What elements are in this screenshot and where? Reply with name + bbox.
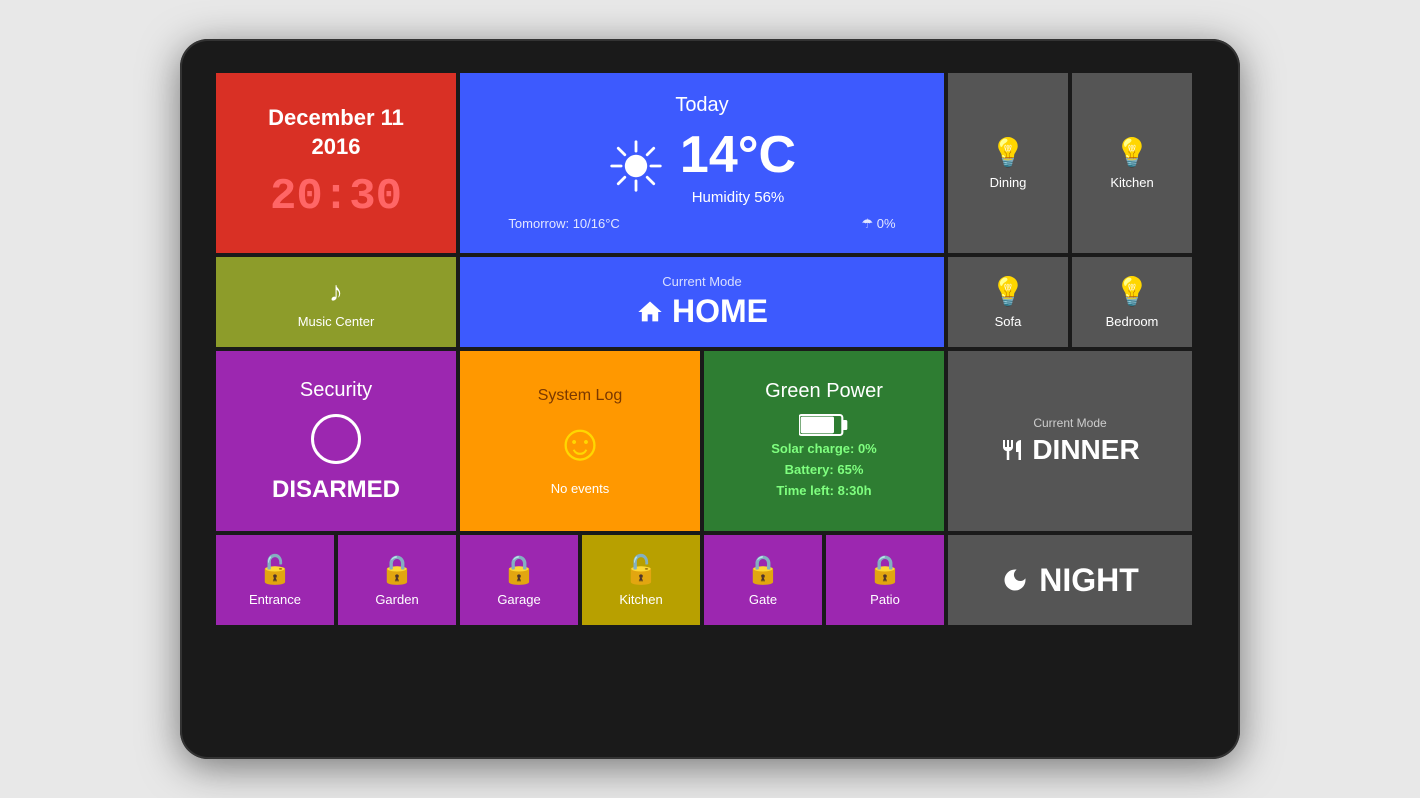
power-stats: Solar charge: 0% Battery: 65% Time left:…	[771, 439, 877, 501]
temperature: 14°C	[680, 125, 796, 185]
device-frame: December 11 2016 20:30 Today	[180, 39, 1240, 759]
lock-label-kitchen: Kitchen	[619, 592, 662, 607]
syslog-status: No events	[551, 481, 610, 496]
tile-lock-kitchen[interactable]: 🔓 Kitchen	[582, 535, 700, 625]
solar-label: Solar charge: 0%	[771, 441, 877, 456]
locks-row: 🔓 Entrance 🔒 Garden 🔒 Garage 🔓 Kitchen 🔒	[216, 535, 944, 625]
moon-icon	[1001, 566, 1029, 594]
lock-label-entrance: Entrance	[249, 592, 301, 607]
lock-label-patio: Patio	[870, 592, 900, 607]
tile-syslog[interactable]: System Log ☺ No events	[460, 351, 700, 531]
light-label-dining: Dining	[990, 175, 1027, 190]
smiley-icon: ☺	[553, 413, 606, 473]
bulb-icon: 💡	[1115, 275, 1150, 308]
night-mode-value: NIGHT	[1039, 562, 1139, 599]
lock-label-garage: Garage	[497, 592, 540, 607]
green-power-title: Green Power	[765, 380, 883, 403]
dinner-mode-value: DINNER	[1032, 434, 1139, 466]
bulb-icon: 💡	[991, 275, 1026, 308]
tile-music[interactable]: ♪ Music Center	[216, 257, 456, 347]
tile-datetime[interactable]: December 11 2016 20:30	[216, 73, 456, 253]
music-label: Music Center	[298, 314, 375, 329]
tile-dinner-mode[interactable]: Current Mode DINNER	[948, 351, 1192, 531]
tile-green-power[interactable]: Green Power Solar charge: 0% Battery: 65…	[704, 351, 944, 531]
tile-lock-patio[interactable]: 🔒 Patio	[826, 535, 944, 625]
lock-icon: 🔓	[624, 553, 659, 586]
battery-icon	[799, 411, 849, 439]
security-circle	[311, 414, 361, 464]
bulb-icon: 💡	[991, 136, 1026, 169]
tile-lock-garden[interactable]: 🔒 Garden	[338, 535, 456, 625]
music-icon: ♪	[329, 276, 343, 308]
home-mode-value: HOME	[672, 293, 768, 330]
lock-icon: 🔓	[258, 553, 293, 586]
tile-light-bedroom[interactable]: 💡 Bedroom	[1072, 257, 1192, 347]
dinner-mode-label: Current Mode	[1033, 416, 1106, 430]
lock-label-garden: Garden	[375, 592, 418, 607]
bulb-icon: 💡	[1115, 136, 1150, 169]
lock-icon: 🔒	[502, 553, 537, 586]
lock-icon: 🔒	[380, 553, 415, 586]
dinner-icon	[1000, 438, 1024, 462]
lock-icon: 🔒	[868, 553, 903, 586]
time-label: Time left: 8:30h	[776, 483, 871, 498]
tile-light-kitchen[interactable]: 💡 Kitchen	[1072, 73, 1192, 253]
tile-light-sofa[interactable]: 💡 Sofa	[948, 257, 1068, 347]
sun-icon	[608, 138, 664, 194]
tile-night-mode[interactable]: NIGHT	[948, 535, 1192, 625]
dashboard: December 11 2016 20:30 Today	[216, 73, 1204, 725]
syslog-title: System Log	[538, 387, 622, 405]
tile-home-mode[interactable]: Current Mode HOME	[460, 257, 944, 347]
battery-label: Battery: 65%	[785, 462, 864, 477]
rain-icon-area: ☂ 0%	[862, 216, 896, 232]
tile-lock-garage[interactable]: 🔒 Garage	[460, 535, 578, 625]
security-title: Security	[300, 379, 372, 402]
lock-label-gate: Gate	[749, 592, 777, 607]
home-mode-label: Current Mode	[662, 274, 741, 289]
humidity: Humidity 56%	[680, 189, 796, 206]
time-display: 20:30	[270, 172, 402, 222]
tile-security[interactable]: Security DISARMED	[216, 351, 456, 531]
tile-lock-entrance[interactable]: 🔓 Entrance	[216, 535, 334, 625]
tile-lock-gate[interactable]: 🔒 Gate	[704, 535, 822, 625]
home-icon	[636, 298, 664, 326]
light-label-kitchen: Kitchen	[1110, 175, 1153, 190]
light-label-bedroom: Bedroom	[1106, 314, 1159, 329]
lock-icon: 🔒	[746, 553, 781, 586]
date-line1: December 11 2016	[268, 104, 404, 161]
tile-light-dining[interactable]: 💡 Dining	[948, 73, 1068, 253]
weather-title: Today	[675, 94, 728, 117]
security-status: DISARMED	[272, 476, 400, 504]
tile-weather[interactable]: Today 14°C Humidity 56%	[460, 73, 944, 253]
tomorrow-label: Tomorrow: 10/16°C	[508, 216, 619, 232]
light-label-sofa: Sofa	[995, 314, 1022, 329]
